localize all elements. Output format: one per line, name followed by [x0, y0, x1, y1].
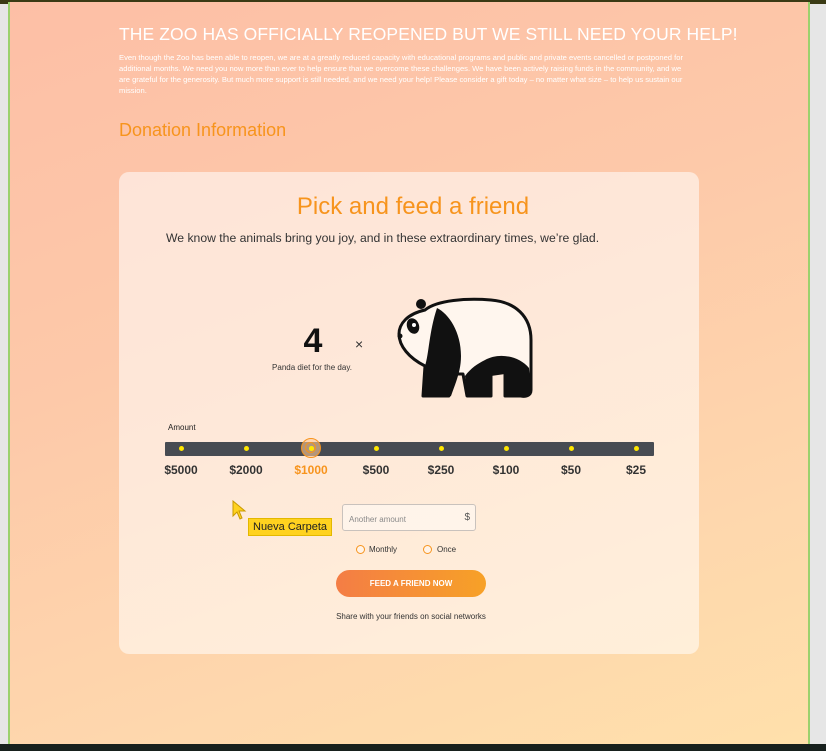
amount-option[interactable]: $250 — [416, 463, 466, 477]
radio-monthly-label[interactable]: Monthly — [369, 545, 397, 554]
amount-option[interactable]: $2000 — [221, 463, 271, 477]
amount-option[interactable]: $25 — [611, 463, 661, 477]
slider-tick[interactable] — [568, 446, 574, 451]
slider-tick[interactable] — [633, 446, 639, 451]
share-text: Share with your friends on social networ… — [336, 612, 486, 621]
card-subtitle: We know the animals bring you joy, and i… — [166, 231, 600, 245]
times-icon: × — [355, 336, 364, 352]
amount-option[interactable]: $100 — [481, 463, 531, 477]
card-title: Pick and feed a friend — [296, 193, 530, 220]
radio-once[interactable] — [423, 545, 432, 554]
slider-tick[interactable] — [178, 446, 184, 451]
slider-tick[interactable] — [373, 446, 379, 451]
amount-slider-track[interactable] — [165, 442, 654, 456]
slider-thumb-center — [309, 446, 314, 451]
mouse-cursor-icon — [232, 500, 247, 520]
banner-headline: THE ZOO HAS OFFICIALLY REOPENED BUT WE S… — [119, 24, 738, 44]
amount-option[interactable]: $500 — [351, 463, 401, 477]
multiplier-count: 4 — [303, 322, 323, 360]
another-amount-input[interactable] — [347, 509, 461, 529]
radio-once-label[interactable]: Once — [437, 545, 456, 554]
section-title: Donation Information — [119, 120, 287, 140]
feed-a-friend-button[interactable]: FEED A FRIEND NOW — [336, 570, 486, 597]
banner-body: Even though the Zoo has been able to reo… — [119, 53, 683, 95]
amount-label: Amount — [168, 423, 196, 432]
currency-symbol: $ — [464, 512, 470, 523]
panda-icon — [397, 297, 533, 398]
multiplier-label: Panda diet for the day. — [272, 363, 352, 372]
window-bottom-bar — [0, 744, 826, 751]
slider-tick[interactable] — [503, 446, 509, 451]
folder-tooltip: Nueva Carpeta — [248, 518, 332, 536]
slider-tick[interactable] — [243, 446, 249, 451]
amount-option[interactable]: $50 — [546, 463, 596, 477]
slider-tick[interactable] — [438, 446, 444, 451]
amount-option[interactable]: $5000 — [156, 463, 206, 477]
radio-monthly[interactable] — [356, 545, 365, 554]
another-amount-field[interactable]: $ — [342, 504, 476, 531]
amount-option[interactable]: $1000 — [286, 463, 336, 477]
